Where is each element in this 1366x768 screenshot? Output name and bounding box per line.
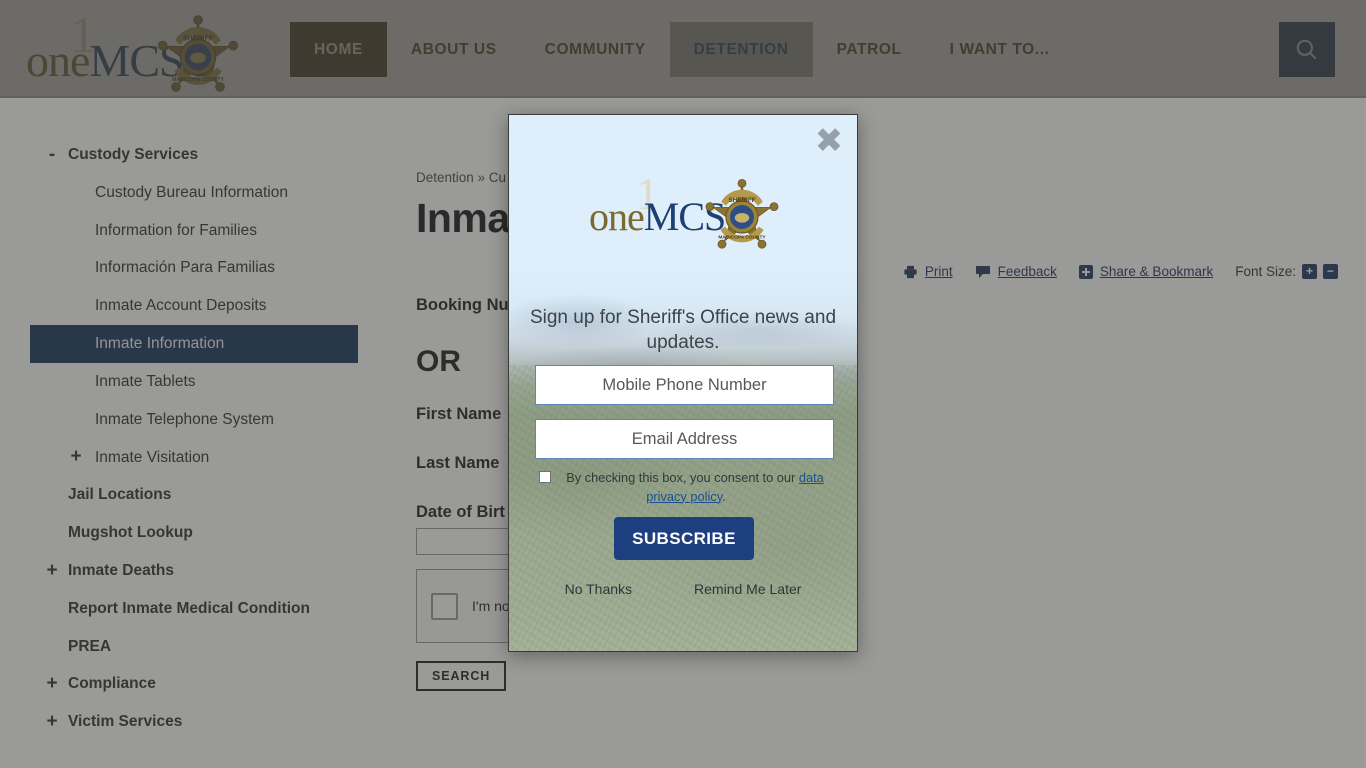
consent-row: By checking this box, you consent to our…	[539, 469, 833, 506]
email-address-input[interactable]: Email Address	[535, 419, 834, 459]
mobile-phone-input[interactable]: Mobile Phone Number	[535, 365, 834, 405]
no-thanks-link[interactable]: No Thanks	[565, 581, 632, 597]
modal-sheriff-star-badge-icon: SHERIFF MARICOPA COUNTY	[705, 179, 779, 249]
close-icon[interactable]: ✖	[814, 124, 844, 158]
consent-checkbox[interactable]	[539, 471, 551, 483]
svg-text:SHERIFF: SHERIFF	[728, 197, 755, 204]
modal-content: ✖ 1 oneMCSO SHERIFF MARICOPA COUNTY Sign…	[509, 115, 857, 651]
modal-backdrop-header[interactable]	[0, 0, 1366, 98]
modal-logo-word-one: one	[589, 194, 645, 239]
svg-text:MARICOPA COUNTY: MARICOPA COUNTY	[718, 235, 766, 241]
remind-me-later-link[interactable]: Remind Me Later	[694, 581, 801, 597]
modal-heading: Sign up for Sheriff's Office news and up…	[529, 307, 837, 354]
modal-logo: 1 oneMCSO SHERIFF MARICOPA COUNTY	[509, 171, 857, 267]
consent-text: By checking this box, you consent to our	[566, 470, 799, 485]
consent-text-suffix: .	[722, 488, 726, 504]
newsletter-signup-modal: ✖ 1 oneMCSO SHERIFF MARICOPA COUNTY Sign…	[508, 114, 858, 652]
subscribe-button[interactable]: SUBSCRIBE	[614, 517, 754, 560]
modal-dismiss-links: No Thanks Remind Me Later	[509, 581, 857, 597]
